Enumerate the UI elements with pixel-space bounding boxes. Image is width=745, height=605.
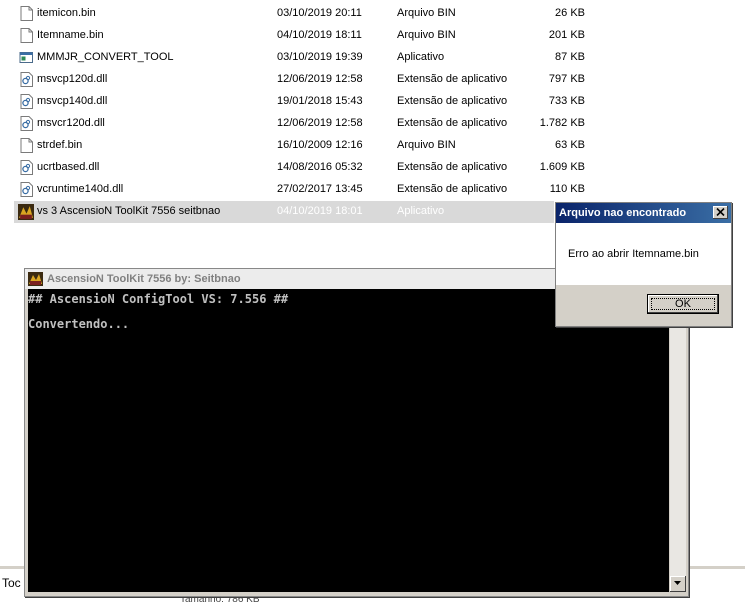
file-row[interactable]: MMMJR_CONVERT_TOOL 03/10/2019 19:39 Apli…: [0, 47, 745, 69]
file-size: 1.782 KB: [539, 117, 585, 129]
console-title: AscensioN ToolKit 7556 by: Seitbnao: [47, 273, 241, 285]
file-type: Extensão de aplicativo: [397, 117, 508, 129]
file-name: vcruntime140d.dll: [37, 183, 124, 195]
file-type: Extensão de aplicativo: [397, 183, 508, 195]
file-date: 03/10/2019 20:11: [277, 7, 362, 19]
console-output[interactable]: ## AscensioN ConfigTool VS: 7.556 ## Con…: [28, 289, 669, 592]
close-icon: [716, 208, 725, 216]
file-type: Aplicativo: [397, 205, 445, 217]
error-dialog[interactable]: Arquivo nao encontrado Erro ao abrir Ite…: [555, 202, 732, 327]
dialog-title: Arquivo nao encontrado: [559, 207, 687, 219]
file-name: Itemname.bin: [37, 29, 104, 41]
file-size: 110 KB: [549, 183, 585, 195]
file-size: 797 KB: [548, 73, 585, 85]
file-type: Arquivo BIN: [397, 139, 456, 151]
file-size: 1.609 KB: [539, 161, 585, 173]
file-row[interactable]: ucrtbased.dll 14/08/2016 05:32 Extensão …: [0, 157, 745, 179]
arrow-down-icon: [674, 581, 681, 585]
file-row[interactable]: Itemname.bin 04/10/2019 18:11 Arquivo BI…: [0, 25, 745, 47]
dll-icon: [20, 182, 33, 197]
file-row[interactable]: itemicon.bin 03/10/2019 20:11 Arquivo BI…: [0, 3, 745, 25]
file-icon: [20, 138, 33, 153]
dll-icon: [20, 94, 33, 109]
ok-button[interactable]: OK: [647, 294, 719, 314]
file-name: msvcp140d.dll: [37, 95, 108, 107]
file-date: 27/02/2017 13:45: [277, 183, 363, 195]
file-type: Aplicativo: [397, 51, 445, 63]
file-size: 733 KB: [548, 95, 585, 107]
file-date: 14/08/2016 05:32: [277, 161, 363, 173]
dialog-title-bar[interactable]: Arquivo nao encontrado: [556, 203, 731, 223]
dll-icon: [20, 116, 33, 131]
dialog-body: Erro ao abrir Itemname.bin: [556, 223, 731, 285]
file-type: Extensão de aplicativo: [397, 73, 508, 85]
file-row[interactable]: msvcp120d.dll 12/06/2019 12:58 Extensão …: [0, 69, 745, 91]
file-type: Extensão de aplicativo: [397, 95, 508, 107]
ok-label: OK: [675, 298, 691, 310]
file-name: ucrtbased.dll: [37, 161, 100, 173]
file-date: 16/10/2009 12:16: [277, 139, 363, 151]
file-icon: [20, 6, 33, 21]
file-name: itemicon.bin: [37, 7, 96, 19]
scroll-down-button[interactable]: [670, 576, 686, 592]
file-date: 12/06/2019 12:58: [277, 73, 363, 85]
file-size: 63 KB: [555, 139, 585, 151]
file-type: Extensão de aplicativo: [397, 161, 508, 173]
app-window-icon: [19, 52, 33, 63]
toolkit-app-icon: [28, 272, 43, 286]
dialog-message: Erro ao abrir Itemname.bin: [568, 248, 699, 260]
dll-icon: [20, 72, 33, 87]
file-name: msvcp120d.dll: [37, 73, 108, 85]
toolkit-app-icon: [18, 204, 34, 220]
console-scrollbar[interactable]: [669, 289, 686, 592]
file-date: 04/10/2019 18:01: [277, 205, 363, 217]
console-line: Convertendo...: [28, 317, 130, 331]
file-row[interactable]: strdef.bin 16/10/2009 12:16 Arquivo BIN …: [0, 135, 745, 157]
file-size: 201 KB: [548, 29, 585, 41]
console-line: ## AscensioN ConfigTool VS: 7.556 ##: [28, 292, 289, 306]
file-row[interactable]: vcruntime140d.dll 27/02/2017 13:45 Exten…: [0, 179, 745, 201]
file-icon: [20, 28, 33, 43]
file-date: 12/06/2019 12:58: [277, 117, 363, 129]
file-date: 03/10/2019 19:39: [277, 51, 363, 63]
close-button[interactable]: [713, 206, 728, 219]
file-size: 87 KB: [555, 51, 585, 63]
file-name: msvcr120d.dll: [37, 117, 105, 129]
file-date: 04/10/2019 18:11: [277, 29, 362, 41]
dll-icon: [20, 160, 33, 175]
file-name: vs 3 AscensioN ToolKit 7556 seitbnao: [37, 205, 221, 217]
file-row[interactable]: msvcp140d.dll 19/01/2018 15:43 Extensão …: [0, 91, 745, 113]
file-size: 26 KB: [555, 7, 585, 19]
file-name: MMMJR_CONVERT_TOOL: [37, 51, 174, 63]
details-label: Toc: [2, 576, 21, 590]
dialog-footer: OK: [556, 285, 731, 326]
file-name: strdef.bin: [37, 139, 83, 151]
file-list: itemicon.bin 03/10/2019 20:11 Arquivo BI…: [0, 3, 745, 223]
file-type: Arquivo BIN: [397, 29, 456, 41]
file-date: 19/01/2018 15:43: [277, 95, 363, 107]
file-type: Arquivo BIN: [397, 7, 456, 19]
file-row[interactable]: msvcr120d.dll 12/06/2019 12:58 Extensão …: [0, 113, 745, 135]
